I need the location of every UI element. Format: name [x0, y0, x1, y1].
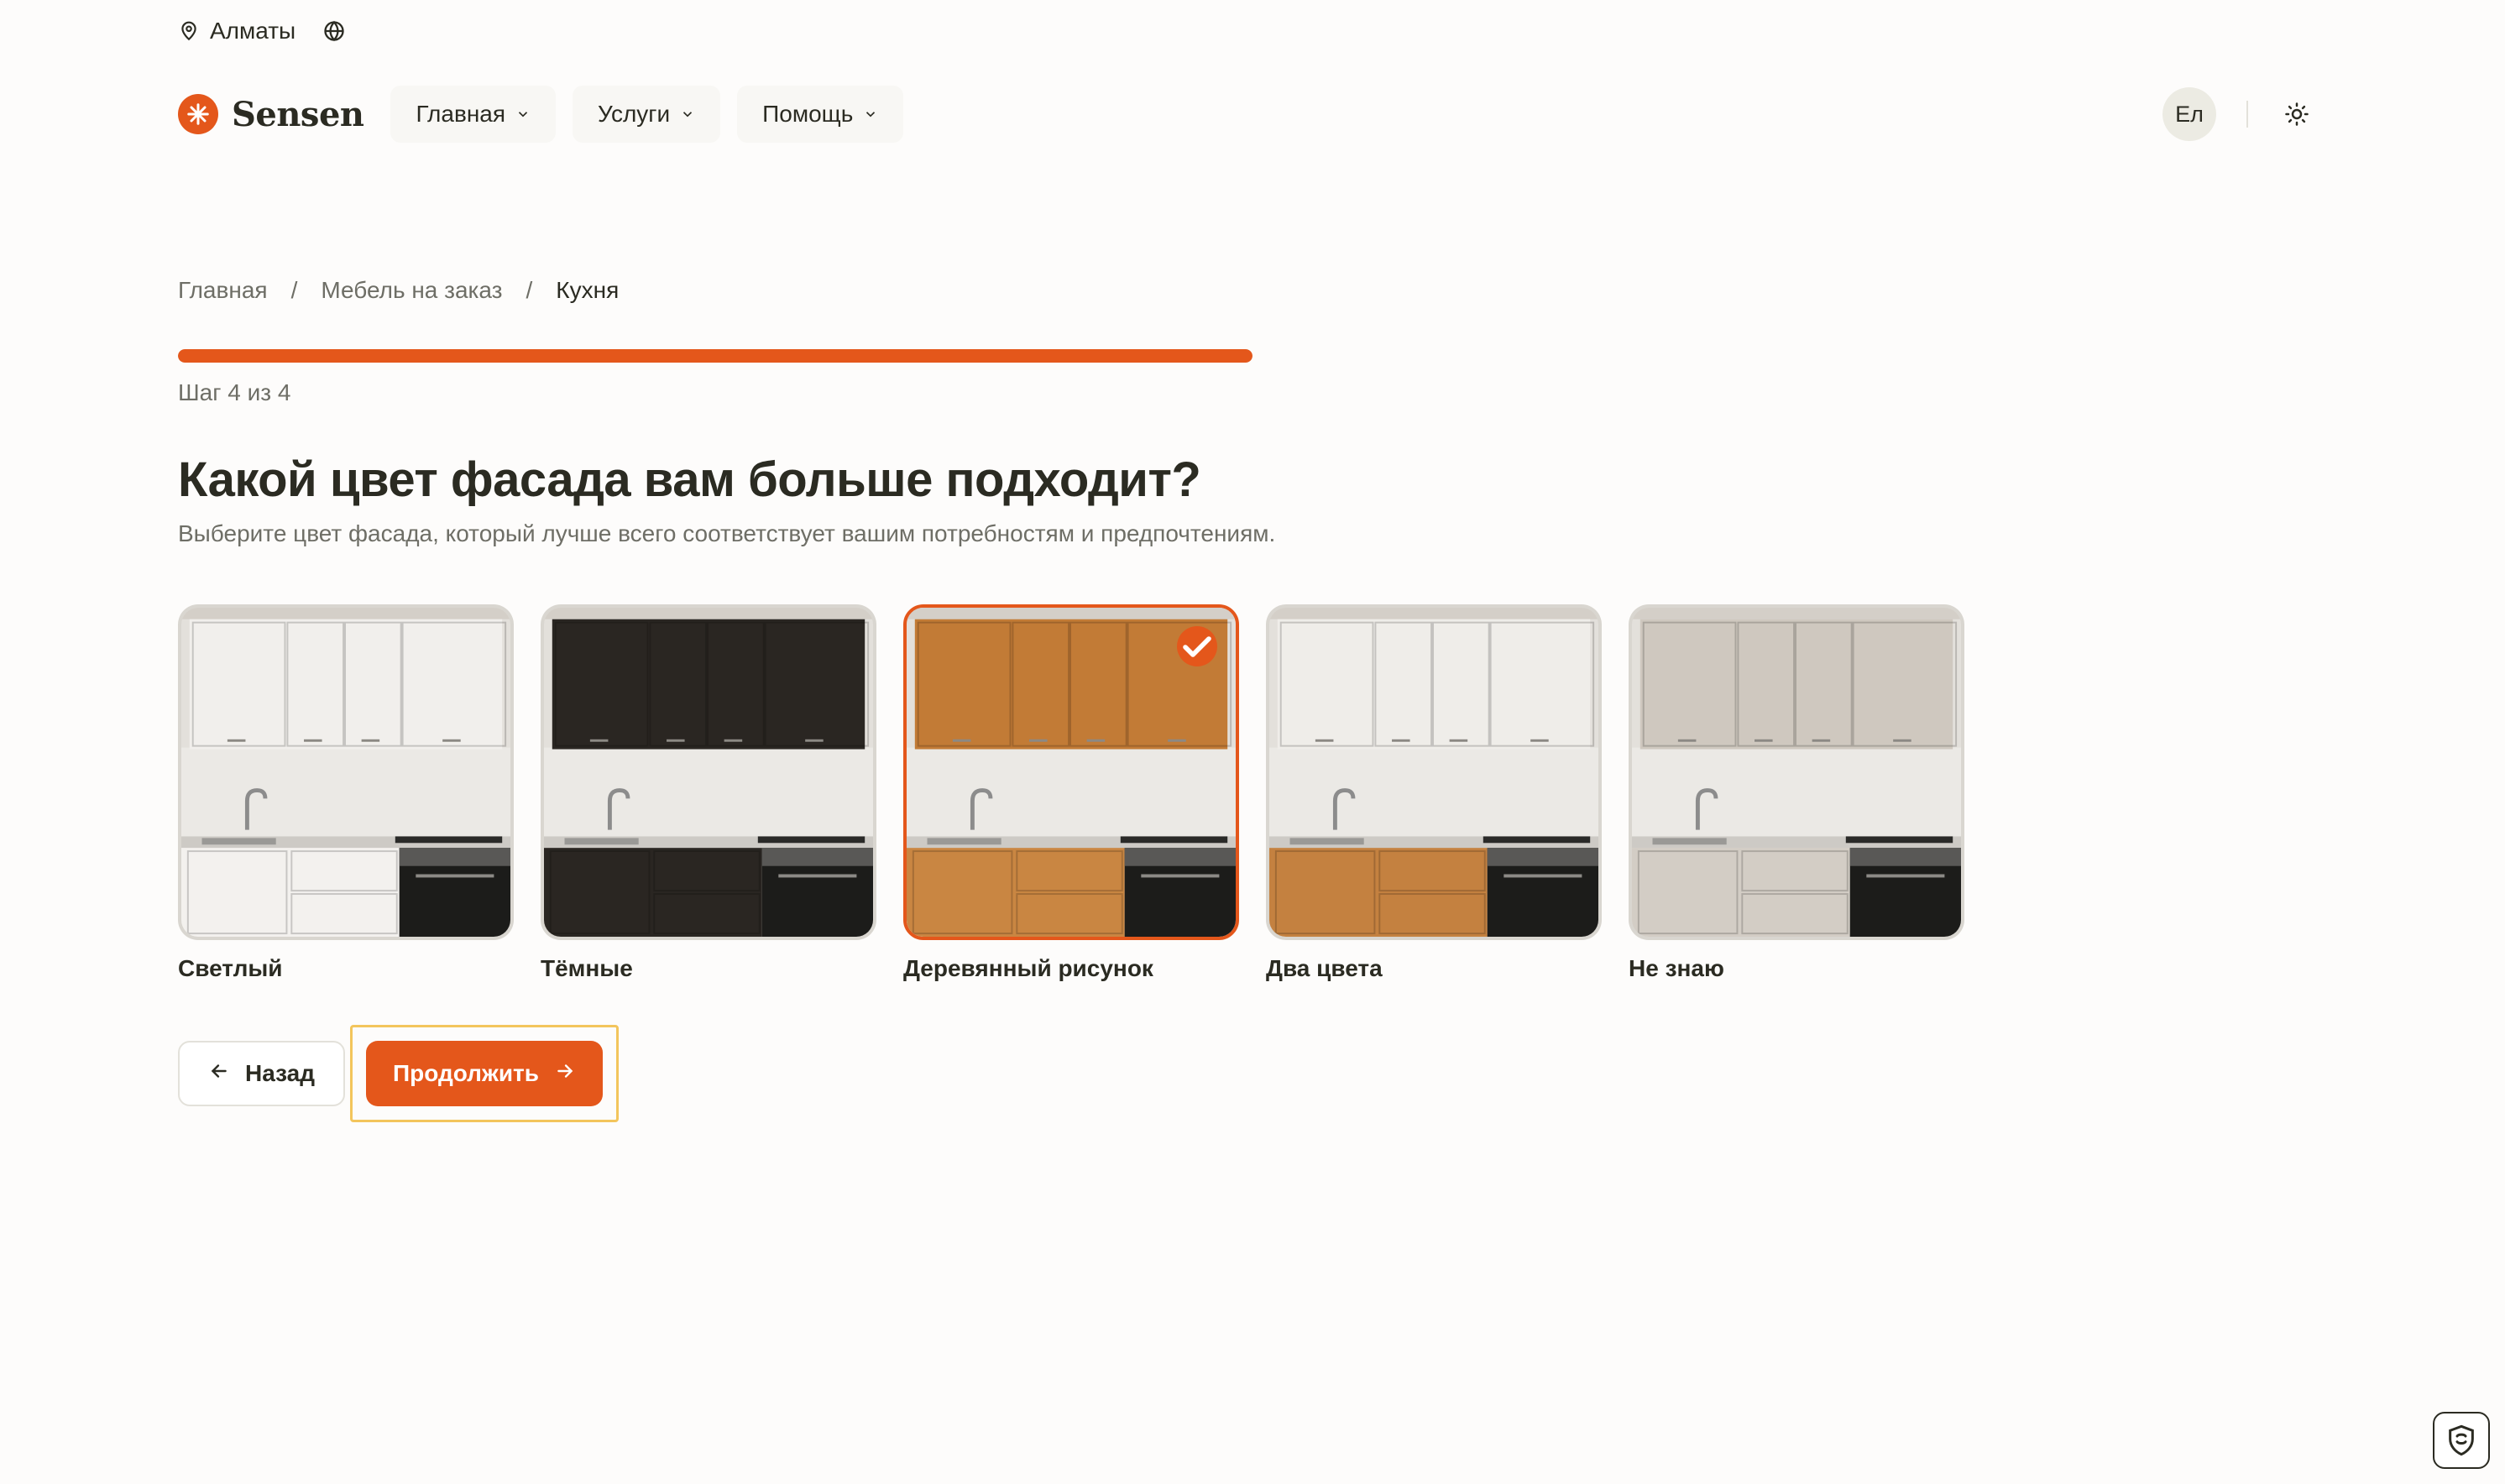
continue-button[interactable]: Продолжить [366, 1041, 603, 1106]
main-nav: Главная Услуги Помощь [390, 86, 904, 143]
actions: Назад Продолжить [178, 1025, 634, 1122]
kitchen-preview-image [541, 604, 876, 940]
kitchen-preview-image [903, 604, 1239, 940]
city-label: Алматы [210, 18, 296, 44]
option-label: Не знаю [1629, 955, 1724, 981]
breadcrumb-current: Кухня [556, 277, 620, 303]
question-title: Какой цвет фасада вам больше подходит? [178, 452, 1201, 507]
city-selector[interactable]: Алматы [178, 18, 295, 44]
continue-label: Продолжить [393, 1060, 539, 1086]
back-button[interactable]: Назад [178, 1041, 346, 1106]
breadcrumb-separator: / [526, 277, 533, 303]
kitchen-preview-image [178, 604, 514, 940]
kitchen-preview-image [1266, 604, 1602, 940]
nav-item-help[interactable]: Помощь [737, 86, 904, 143]
question-subtitle: Выберите цвет фасада, который лучше всег… [178, 520, 1276, 546]
breadcrumb-furniture[interactable]: Мебель на заказ [321, 277, 502, 304]
progress-fill [178, 349, 1252, 363]
arrow-left-icon [208, 1060, 230, 1088]
breadcrumb: Главная / Мебель на заказ / Кухня [178, 277, 619, 304]
breadcrumb-separator: / [290, 277, 298, 303]
facade-option[interactable]: Светлый [178, 604, 514, 982]
top-strip: Алматы [178, 15, 346, 47]
avatar[interactable]: Ел [2162, 87, 2216, 141]
option-label: Тёмные [541, 955, 633, 981]
check-icon [1177, 626, 1217, 666]
logo[interactable]: Sensen [178, 94, 364, 134]
facade-option[interactable]: Тёмные [541, 604, 876, 982]
step-indicator: Шаг 4 из 4 [178, 379, 291, 405]
divider [2246, 101, 2248, 128]
kitchen-preview-image [1629, 604, 1964, 940]
arrow-right-icon [554, 1060, 576, 1088]
nav-item-label: Главная [416, 101, 506, 127]
nav-item-services[interactable]: Услуги [573, 86, 721, 143]
nav-item-label: Услуги [598, 101, 671, 127]
facade-option[interactable]: Не знаю [1629, 604, 1964, 982]
globe-icon[interactable] [322, 19, 346, 43]
assistant-widget-icon[interactable] [2433, 1412, 2490, 1469]
facade-color-options: Светлый Тёмные Деревянный рисунок Два цвета… [178, 604, 1964, 982]
option-label: Светлый [178, 955, 283, 981]
back-label: Назад [245, 1060, 316, 1086]
option-label: Два цвета [1266, 955, 1383, 981]
header-right: Ел [2162, 87, 2327, 141]
facade-option[interactable]: Два цвета [1266, 604, 1602, 982]
chevron-down-icon [863, 101, 878, 128]
chevron-down-icon [680, 101, 695, 128]
nav-item-home[interactable]: Главная [390, 86, 557, 143]
breadcrumb-home[interactable]: Главная [178, 277, 268, 304]
sun-icon[interactable] [2278, 96, 2315, 133]
map-pin-icon [178, 20, 200, 42]
focus-highlight: Продолжить [350, 1025, 619, 1122]
asterisk-logo-icon [178, 94, 218, 134]
page: Алматы Sensen Главная Услуги Помощь Ел Г… [0, 0, 2505, 1484]
chevron-down-icon [515, 101, 531, 128]
option-label: Деревянный рисунок [903, 955, 1153, 981]
progress-bar [178, 349, 1252, 363]
facade-option[interactable]: Деревянный рисунок [903, 604, 1239, 982]
logo-text: Sensen [232, 94, 364, 134]
nav-item-label: Помощь [762, 101, 854, 127]
header: Sensen Главная Услуги Помощь Ел [178, 84, 2327, 144]
